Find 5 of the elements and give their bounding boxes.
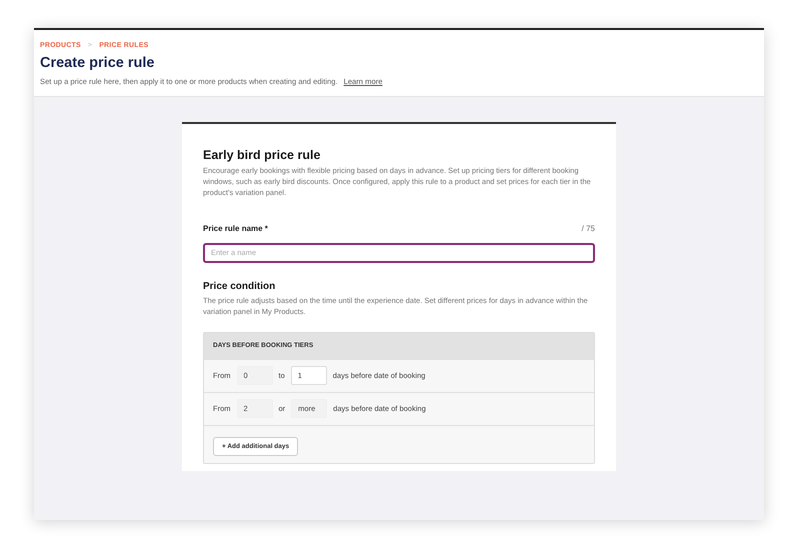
section-title: Price condition bbox=[203, 280, 276, 294]
page-title: Create price rule bbox=[40, 54, 156, 72]
form-title: Early bird price rule bbox=[203, 146, 322, 164]
field-label: Price rule name * bbox=[203, 223, 268, 236]
character-counter: / 75 bbox=[582, 223, 595, 236]
